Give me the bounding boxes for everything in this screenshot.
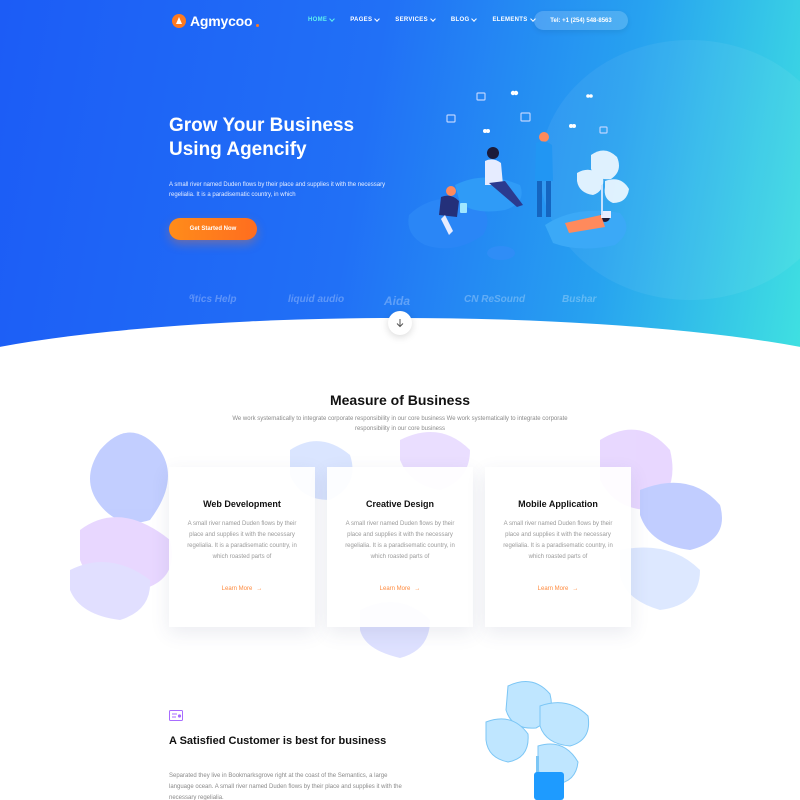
certificate-icon xyxy=(169,710,183,721)
card-title: Mobile Application xyxy=(518,499,598,509)
brand-logos: ⁰itics Help liquid audio Aida CN ReSound… xyxy=(188,294,628,310)
hero-section: Agmycoo HOME PAGES SERVICES BLOG ELEMENT… xyxy=(0,0,800,350)
nav-item-services[interactable]: SERVICES xyxy=(395,16,436,23)
scroll-down-button[interactable] xyxy=(388,311,412,335)
card-text: A small river named Duden flows by their… xyxy=(187,521,297,560)
main-menu: HOME PAGES SERVICES BLOG ELEMENTS xyxy=(308,16,551,23)
nav-item-blog[interactable]: BLOG xyxy=(450,16,478,23)
brand-logo: Aida xyxy=(384,294,411,308)
nav-item-home[interactable]: HOME xyxy=(308,16,336,23)
learn-more-label: Learn More xyxy=(537,586,569,592)
arrow-right-icon: → xyxy=(572,586,579,592)
learn-more-link[interactable]: Learn More → xyxy=(485,586,631,592)
learn-more-link[interactable]: Learn More → xyxy=(169,586,315,592)
chevron-down-icon xyxy=(471,16,478,22)
chevron-down-icon xyxy=(430,16,436,22)
nav-item-elements[interactable]: ELEMENTS xyxy=(492,16,536,23)
chevron-down-icon xyxy=(374,16,381,22)
plant-illustration xyxy=(485,681,590,800)
hero-title-line1: Grow Your Business xyxy=(169,115,355,136)
service-card-web-development: Web Development A small river named Dude… xyxy=(169,467,315,627)
hero-title-line2: Using Agencify xyxy=(169,139,307,160)
satisfied-customer-title: A Satisfied Customer is best for busines… xyxy=(169,735,387,747)
nav-item-label: ELEMENTS xyxy=(492,17,528,23)
get-started-button[interactable]: Get Started Now xyxy=(169,218,257,240)
satisfied-customer-text: Separated they live in Bookmarksgrove ri… xyxy=(169,773,402,800)
logo-text: Agmycoo xyxy=(190,13,253,29)
brand-logo: Bushar xyxy=(562,294,597,305)
small-cushion xyxy=(487,246,515,260)
card-title: Web Development xyxy=(203,499,281,509)
service-card-creative-design: Creative Design A small river named Dude… xyxy=(327,467,473,627)
person-standing xyxy=(535,132,553,217)
hero-title: Grow Your Business Using Agencify xyxy=(169,114,429,162)
card-text: A small river named Duden flows by their… xyxy=(345,521,455,560)
nav-item-pages[interactable]: PAGES xyxy=(350,16,381,23)
nav-item-label: BLOG xyxy=(450,17,470,23)
monstera-plant xyxy=(577,150,629,215)
heart-icon xyxy=(483,90,593,133)
card-text: A small river named Duden flows by their… xyxy=(503,521,613,560)
thumbs-up-icon xyxy=(446,92,608,134)
page: Agmycoo HOME PAGES SERVICES BLOG ELEMENT… xyxy=(0,0,800,800)
arrow-right-icon: → xyxy=(256,586,263,592)
phone-button[interactable]: Tel: +1 (254) 548-8563 xyxy=(534,11,628,30)
logo-icon xyxy=(172,14,186,28)
hero-illustration xyxy=(408,90,629,260)
brand-logo: ⁰itics Help xyxy=(188,294,237,305)
nav-item-label: PAGES xyxy=(350,17,373,23)
nav-item-label: HOME xyxy=(308,17,328,23)
learn-more-link[interactable]: Learn More → xyxy=(327,586,473,592)
top-navbar: Agmycoo HOME PAGES SERVICES BLOG ELEMENT… xyxy=(0,0,800,42)
learn-more-label: Learn More xyxy=(379,586,411,592)
logo-dot xyxy=(256,23,260,27)
brand-logo: CN ReSound xyxy=(464,294,526,305)
service-card-mobile-application: Mobile Application A small river named D… xyxy=(485,467,631,627)
card-title: Creative Design xyxy=(365,499,435,509)
chevron-down-icon xyxy=(329,16,336,22)
hero-description: A small river named Duden flows by their… xyxy=(169,182,386,198)
nav-item-label: SERVICES xyxy=(395,17,428,23)
logo[interactable]: Agmycoo xyxy=(172,13,260,29)
arrow-down-icon xyxy=(396,319,404,328)
section-title: Measure of Business xyxy=(329,392,471,408)
brand-logo: liquid audio xyxy=(288,294,345,305)
learn-more-label: Learn More xyxy=(221,586,253,592)
arrow-right-icon: → xyxy=(414,586,421,592)
